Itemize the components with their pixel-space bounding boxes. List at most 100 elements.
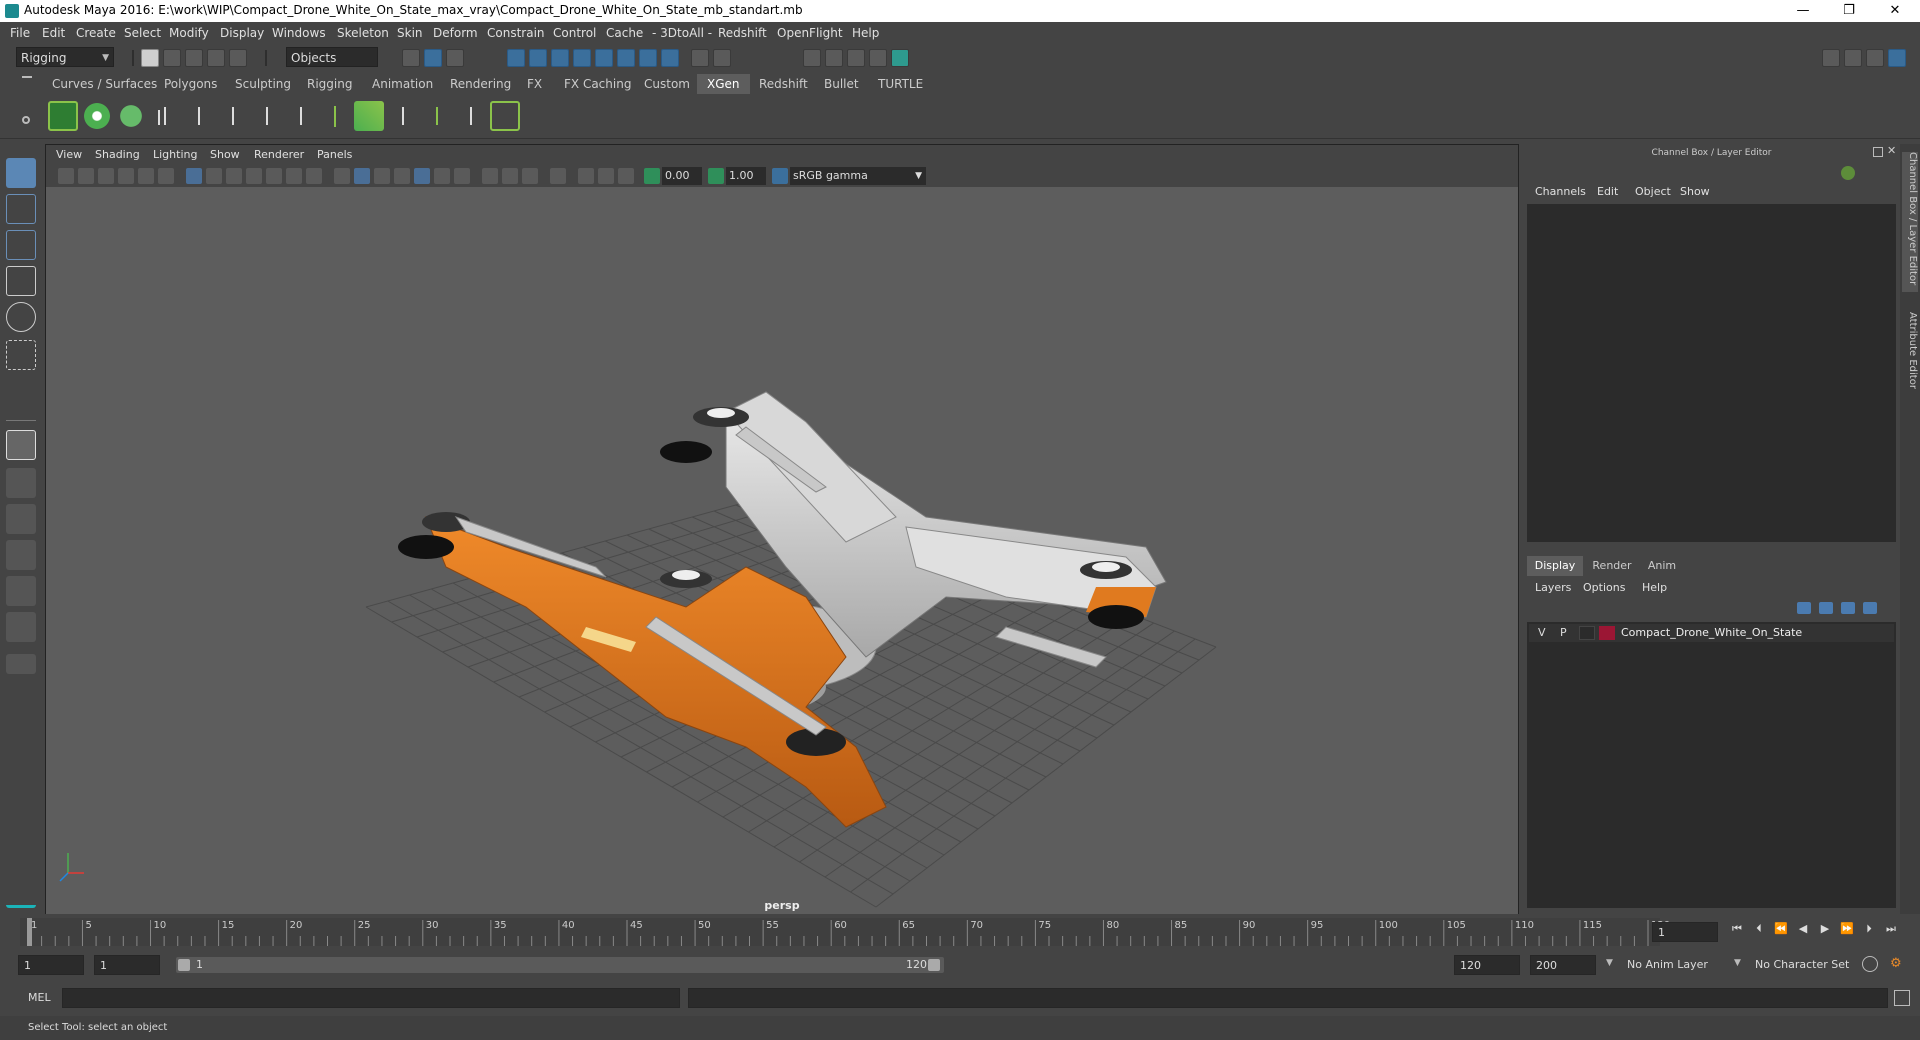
current-time-marker[interactable] <box>27 918 32 946</box>
xgen-preview-icon[interactable] <box>82 101 112 131</box>
channel-show-menu[interactable]: Show <box>1680 185 1710 198</box>
select-hierarchy-icon[interactable] <box>402 49 420 67</box>
attribute-editor-toggle-icon[interactable] <box>1844 49 1862 67</box>
new-empty-layer-icon[interactable] <box>1841 602 1855 614</box>
layer-options-menu[interactable]: Options <box>1583 581 1625 594</box>
move-layer-up-icon[interactable] <box>1797 602 1811 614</box>
xgen-guide-bend-icon[interactable] <box>252 101 282 131</box>
select-object-icon[interactable] <box>424 49 442 67</box>
panel-menu-show[interactable]: Show <box>210 148 240 161</box>
tab-bullet[interactable]: Bullet <box>814 74 869 94</box>
menu-windows[interactable]: Windows <box>272 26 326 40</box>
isolate-select-icon[interactable] <box>550 168 566 184</box>
panel-menu-shading[interactable]: Shading <box>95 148 140 161</box>
xgen-add-guides-icon[interactable] <box>150 101 180 131</box>
layer-tab-display[interactable]: Display <box>1527 556 1583 576</box>
render-frame-icon[interactable] <box>825 49 843 67</box>
channels-menu[interactable]: Channels <box>1535 185 1586 198</box>
xgen-interactive-groom-icon[interactable] <box>388 101 418 131</box>
gamma-icon[interactable] <box>708 168 724 184</box>
menu-control[interactable]: Control <box>553 26 596 40</box>
tab-polygons[interactable]: Polygons <box>154 74 227 94</box>
layer-display-type-toggle[interactable] <box>1579 626 1595 640</box>
color-management-icon[interactable] <box>772 168 788 184</box>
menu-modify[interactable]: Modify <box>169 26 209 40</box>
character-set-dropdown[interactable]: No Character Set <box>1750 955 1868 975</box>
menu-skeleton[interactable]: Skeleton <box>337 26 389 40</box>
layer-help-menu[interactable]: Help <box>1642 581 1667 594</box>
menu-display[interactable]: Display <box>220 26 264 40</box>
xgen-hair-icon[interactable] <box>422 101 452 131</box>
step-back-frame-icon[interactable]: ⏴ <box>1752 922 1766 936</box>
layer-name[interactable]: Compact_Drone_White_On_State <box>1621 626 1802 639</box>
resolution-gate-icon[interactable] <box>226 168 242 184</box>
exposure-field[interactable]: 0.00 <box>662 167 702 185</box>
shelf-settings-icon[interactable] <box>22 116 30 124</box>
tab-animation[interactable]: Animation <box>362 74 443 94</box>
go-to-end-icon[interactable]: ⏭ <box>1884 922 1898 936</box>
tab-rendering[interactable]: Rendering <box>440 74 521 94</box>
field-chart-icon[interactable] <box>266 168 282 184</box>
xray-joints-icon[interactable] <box>618 168 634 184</box>
camera-attributes-icon[interactable] <box>78 168 94 184</box>
tab-fx-caching[interactable]: FX Caching <box>554 74 641 94</box>
command-input[interactable] <box>62 988 680 1008</box>
tab-xgen[interactable]: XGen <box>697 74 750 94</box>
menu-file[interactable]: File <box>10 26 30 40</box>
shadows-icon[interactable] <box>454 168 470 184</box>
multisample-aa-icon[interactable] <box>522 168 538 184</box>
rotate-tool-icon[interactable] <box>6 302 36 332</box>
layer-row[interactable]: V P Compact_Drone_White_On_State <box>1529 624 1894 642</box>
persp-hypershade-layout-icon[interactable] <box>6 576 36 606</box>
layer-playback-toggle[interactable]: P <box>1560 626 1567 639</box>
xgen-grass-icon[interactable] <box>320 101 350 131</box>
exposure-icon[interactable] <box>644 168 660 184</box>
step-forward-key-icon[interactable]: ⏩ <box>1840 922 1854 936</box>
selection-mode-dropdown[interactable]: Objects <box>286 47 378 67</box>
layer-tab-anim[interactable]: Anim <box>1639 556 1685 576</box>
menu-select[interactable]: Select <box>124 26 161 40</box>
2d-pan-zoom-icon[interactable] <box>138 168 154 184</box>
anim-layer-dropdown[interactable]: No Anim Layer <box>1622 955 1742 975</box>
end-time-field[interactable]: 200 <box>1530 955 1596 975</box>
history-icon[interactable] <box>713 49 731 67</box>
single-perspective-layout-icon[interactable] <box>6 430 36 460</box>
play-forwards-icon[interactable]: ▶ <box>1818 922 1832 936</box>
channel-box-toggle-icon[interactable] <box>1888 49 1906 67</box>
playback-end-field[interactable]: 120 <box>1454 955 1520 975</box>
panel-menu-lighting[interactable]: Lighting <box>153 148 197 161</box>
layer-color-swatch[interactable] <box>1599 626 1615 640</box>
image-plane-icon[interactable] <box>118 168 134 184</box>
four-view-layout-icon[interactable] <box>6 468 36 498</box>
range-start-handle[interactable] <box>178 959 190 971</box>
snap-curve-icon[interactable] <box>529 49 547 67</box>
play-backwards-icon[interactable]: ◀ <box>1796 922 1810 936</box>
manipulator-icon[interactable] <box>1841 166 1855 180</box>
film-gate-icon[interactable] <box>206 168 222 184</box>
side-tab-channel-box[interactable]: Channel Box / Layer Editor <box>1902 152 1918 292</box>
save-scene-icon[interactable] <box>185 49 203 67</box>
menu-redshift[interactable]: Redshift <box>718 26 767 40</box>
gate-mask-icon[interactable] <box>246 168 262 184</box>
side-tab-attribute-editor[interactable]: Attribute Editor <box>1902 312 1918 402</box>
go-to-start-icon[interactable]: ⏮ <box>1730 922 1744 936</box>
move-layer-down-icon[interactable] <box>1819 602 1833 614</box>
grid-toggle-icon[interactable] <box>186 168 202 184</box>
symmetry-icon[interactable] <box>639 49 657 67</box>
lasso-tool-icon[interactable] <box>6 194 36 224</box>
persp-outliner-layout-icon[interactable] <box>6 504 36 534</box>
xgen-delete-icon[interactable] <box>490 101 520 131</box>
snap-edge-icon[interactable] <box>617 49 635 67</box>
select-tool-icon[interactable] <box>6 158 36 188</box>
ipr-render-icon[interactable] <box>847 49 865 67</box>
xgen-sculpt-guides-icon[interactable] <box>184 101 214 131</box>
script-language-label[interactable]: MEL <box>28 991 51 1004</box>
range-bar[interactable]: 1 120 <box>176 957 944 973</box>
shelf-menu-icon[interactable] <box>22 76 32 78</box>
gamma-field[interactable]: 1.00 <box>726 167 766 185</box>
render-view-icon[interactable] <box>803 49 821 67</box>
xgen-create-description-icon[interactable] <box>116 101 146 131</box>
minimize-button[interactable]: — <box>1780 0 1826 22</box>
panel-menu-panels[interactable]: Panels <box>317 148 352 161</box>
render-settings-icon[interactable] <box>869 49 887 67</box>
